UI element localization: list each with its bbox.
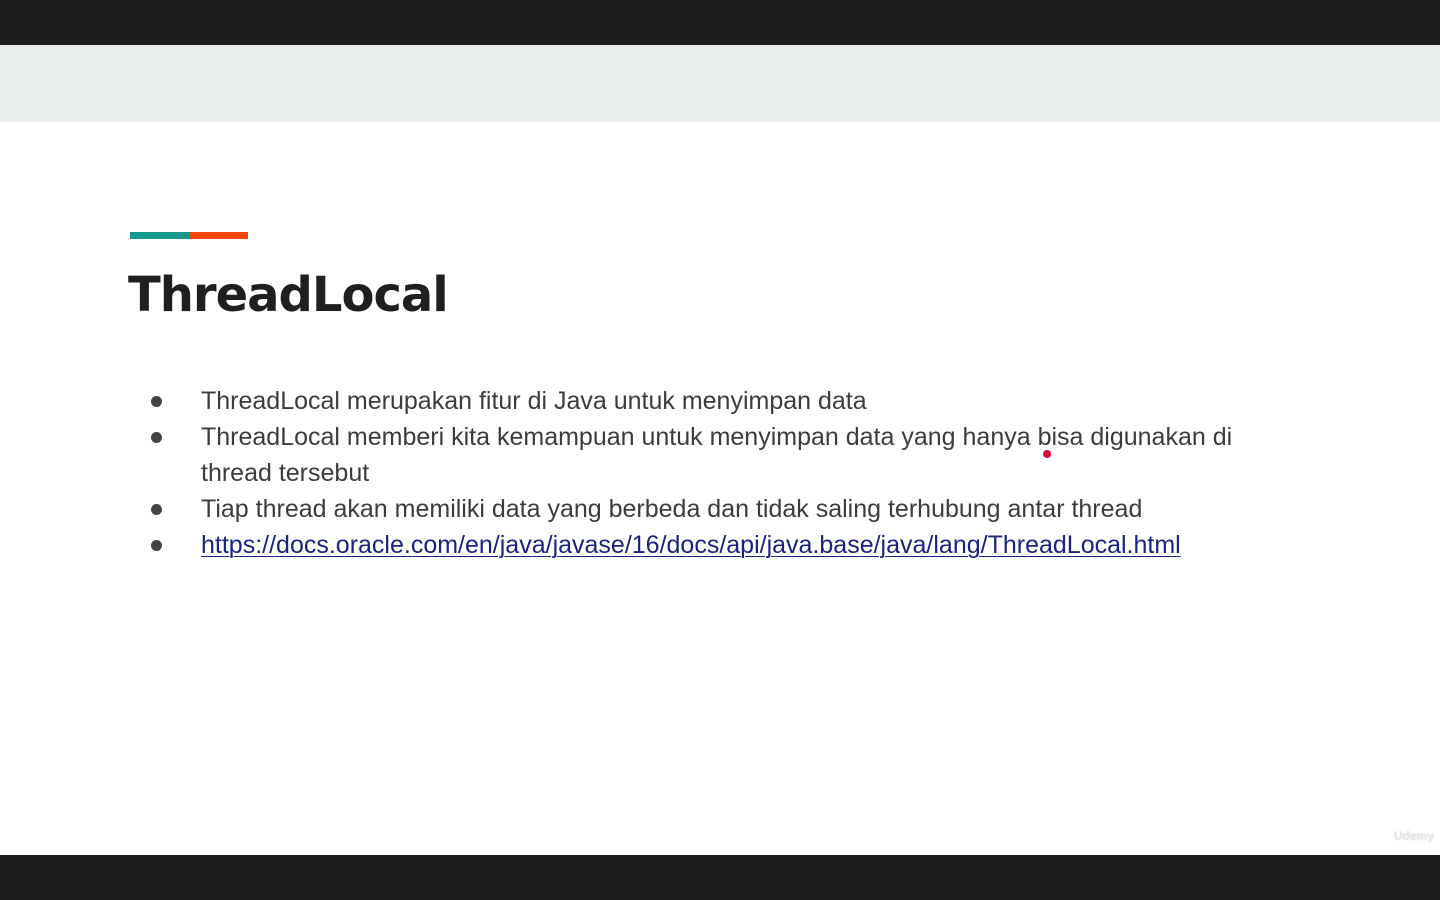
bullet-dot-icon [151, 396, 162, 407]
bullet-dot-icon [151, 432, 162, 443]
udemy-watermark: Udemy [1372, 829, 1434, 843]
watermark-label: Udemy [1393, 829, 1434, 843]
accent-segment-orange [189, 232, 248, 239]
slide-header-band [0, 45, 1440, 122]
bullet-list: ThreadLocal merupakan fitur di Java untu… [150, 383, 1270, 563]
title-accent-bar [130, 232, 248, 239]
bullet-dot-icon [151, 540, 162, 551]
laser-pointer-dot [1043, 450, 1051, 458]
bullet-text: ThreadLocal memberi kita kemampuan untuk… [201, 423, 1233, 487]
accent-segment-teal [130, 232, 189, 239]
bullet-item: ThreadLocal merupakan fitur di Java untu… [150, 383, 1270, 419]
presentation-slide: ThreadLocal ThreadLocal merupakan fitur … [0, 45, 1440, 855]
slide-title: ThreadLocal [128, 267, 449, 323]
bullet-item: Tiap thread akan memiliki data yang berb… [150, 491, 1270, 527]
bullet-text: ThreadLocal merupakan fitur di Java untu… [201, 387, 867, 415]
bullet-item: ThreadLocal memberi kita kemampuan untuk… [150, 419, 1270, 491]
letterbox-bottom [0, 855, 1440, 900]
bullet-text: Tiap thread akan memiliki data yang berb… [201, 495, 1143, 523]
bullet-dot-icon [151, 504, 162, 515]
docs-link[interactable]: https://docs.oracle.com/en/java/javase/1… [201, 531, 1181, 559]
udemy-logo-icon [1372, 829, 1391, 843]
letterbox-top [0, 0, 1440, 45]
bullet-item: https://docs.oracle.com/en/java/javase/1… [150, 527, 1270, 563]
